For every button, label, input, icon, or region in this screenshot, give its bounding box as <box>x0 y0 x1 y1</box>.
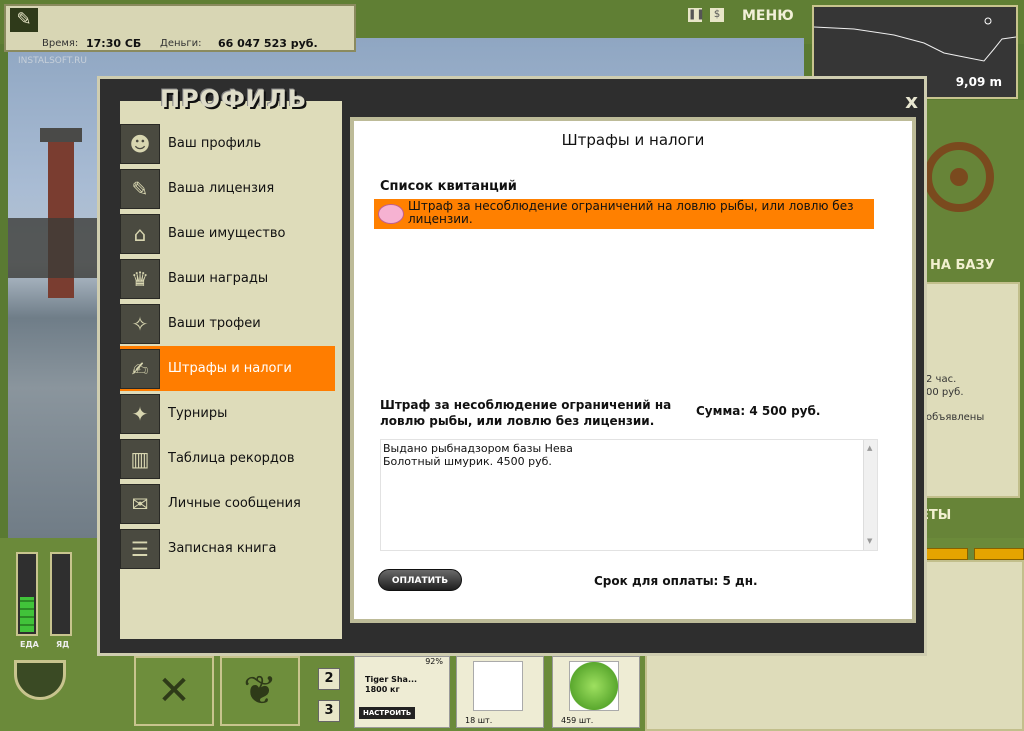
envelope-icon: ✉ <box>120 483 160 524</box>
fish-slot[interactable]: ❦ <box>220 656 300 726</box>
modal-title: ПРОФИЛЬ <box>160 85 308 113</box>
eat-slot[interactable]: ✕ <box>134 656 214 726</box>
sidebar-item-trophies[interactable]: ✧ Ваши трофеи <box>120 301 342 346</box>
info-line-1: 2 час. <box>926 374 957 385</box>
food-label: ЕДА <box>20 640 39 649</box>
license-icon: ✎ <box>120 168 160 209</box>
slot-2-button[interactable]: 2 <box>318 668 340 690</box>
sidebar-item-label: Записная книга <box>168 541 277 556</box>
fish-icon: ❦ <box>243 668 277 714</box>
watermark: INSTALSOFT.RU <box>18 56 88 66</box>
receipts-list-header: Список квитанций <box>380 179 517 194</box>
sidebar-item-label: Штрафы и налоги <box>168 361 292 376</box>
menu-button[interactable]: МЕНЮ <box>742 8 794 24</box>
status-box: ✎ Время: 17:30 СБ Деньги: 66 047 523 руб… <box>4 4 356 52</box>
chart-icon: ▥ <box>120 438 160 479</box>
fine-document-icon: ✍ <box>120 348 160 389</box>
tackle-name: Tiger Sha... <box>365 675 418 684</box>
receipt-item[interactable]: Штраф за несоблюдение ограничений на лов… <box>374 199 874 229</box>
bait-card[interactable]: 18 шт. <box>456 656 544 728</box>
receipt-text: Штраф за несоблюдение ограничений на лов… <box>408 199 854 226</box>
poison-meter <box>50 552 72 636</box>
fish-trophy-icon: ✧ <box>120 303 160 344</box>
to-base-button[interactable]: НА БАЗУ <box>930 258 995 273</box>
profile-sidebar: ☻ Ваш профиль ✎ Ваша лицензия ⌂ Ваше иму… <box>120 121 342 571</box>
cabbage-icon <box>569 661 619 711</box>
sidebar-item-label: Таблица рекордов <box>168 451 295 466</box>
sidebar-item-license[interactable]: ✎ Ваша лицензия <box>120 166 342 211</box>
money-value: 66 047 523 руб. <box>218 37 318 50</box>
people-icon: ☻ <box>120 123 160 164</box>
description-scrollbar[interactable] <box>863 440 877 550</box>
food-meter-fill <box>20 596 34 632</box>
bait-count: 18 шт. <box>465 716 493 725</box>
sidebar-item-label: Ваши трофеи <box>168 316 261 331</box>
sidebar-item-label: Ваш профиль <box>168 136 262 151</box>
info-line-2: 00 руб. <box>926 387 964 398</box>
sidebar-item-records[interactable]: ▥ Таблица рекордов <box>120 436 342 481</box>
slot-3-button[interactable]: 3 <box>318 700 340 722</box>
sidebar-item-profile[interactable]: ☻ Ваш профиль <box>120 121 342 166</box>
tackle-percent: 92% <box>425 657 443 666</box>
notebook-icon: ☰ <box>120 528 160 569</box>
fine-description: Выдано рыбнадзором базы Нева Болотный шм… <box>380 439 878 551</box>
journal-icon[interactable]: ✎ <box>10 8 38 32</box>
tackle-card: 92% Tiger Sha... 1800 кг НАСТРОИТЬ <box>354 656 450 728</box>
close-icon[interactable]: x <box>905 89 918 113</box>
tackle-weight: 1800 кг <box>365 685 400 694</box>
sidebar-item-notebook[interactable]: ☰ Записная книга <box>120 526 342 571</box>
sidebar-item-label: Турниры <box>168 406 228 421</box>
time-value: 17:30 СБ <box>86 37 142 50</box>
tournament-icon: ✦ <box>120 393 160 434</box>
due-date: Срок для оплаты: 5 дн. <box>594 574 758 588</box>
sidebar-item-label: Ваша лицензия <box>168 181 275 196</box>
panel-heading: Штрафы и налоги <box>561 131 705 149</box>
profile-modal: ПРОФИЛЬ x ☻ Ваш профиль ✎ Ваша лицензия … <box>97 76 927 656</box>
description-line: Выдано рыбнадзором базы Нева <box>383 442 573 455</box>
time-label: Время: <box>42 38 79 49</box>
money-label: Деньги: <box>160 38 202 49</box>
setup-button[interactable]: НАСТРОИТЬ <box>359 707 416 719</box>
house-icon: ⌂ <box>120 213 160 254</box>
fork-knife-icon: ✕ <box>157 668 191 714</box>
top-icons: ❚❚ $ <box>688 8 724 22</box>
trophy-icon: ♛ <box>120 258 160 299</box>
tab[interactable] <box>974 548 1024 560</box>
lure-icon <box>473 661 523 711</box>
sidebar-item-messages[interactable]: ✉ Личные сообщения <box>120 481 342 526</box>
info-line-3: объявлены <box>926 412 985 423</box>
sidebar-item-label: Ваши награды <box>168 271 269 286</box>
fine-title: Штраф за несоблюдение ограничений на лов… <box>380 398 672 428</box>
sidebar-item-property[interactable]: ⌂ Ваше имущество <box>120 211 342 256</box>
piggy-bank-icon <box>374 199 408 229</box>
settings-icon[interactable]: $ <box>710 8 724 22</box>
bait-count: 459 шт. <box>561 716 594 725</box>
sidebar-item-fines[interactable]: ✍ Штрафы и налоги <box>120 346 335 391</box>
sidebar-item-awards[interactable]: ♛ Ваши награды <box>120 256 342 301</box>
food-meter <box>16 552 38 636</box>
ship-wheel-icon[interactable] <box>924 142 994 212</box>
tabs <box>918 548 1024 560</box>
pay-button[interactable]: ОПЛАТИТЬ <box>378 569 462 591</box>
bait-card[interactable]: 459 шт. <box>552 656 640 728</box>
fine-sum: Сумма: 4 500 руб. <box>696 404 821 418</box>
pause-icon[interactable]: ❚❚ <box>688 8 705 22</box>
sidebar-item-tournaments[interactable]: ✦ Турниры <box>120 391 342 436</box>
sidebar-item-label: Личные сообщения <box>168 496 301 511</box>
poison-label: ЯД <box>56 640 70 649</box>
description-line: Болотный шмурик. 4500 руб. <box>383 455 552 468</box>
float-marker <box>984 17 992 25</box>
fines-panel: Штрафы и налоги Список квитанций Штраф з… <box>350 117 916 623</box>
sidebar-item-label: Ваше имущество <box>168 226 286 241</box>
depth-value: 9,09 m <box>955 75 1002 89</box>
